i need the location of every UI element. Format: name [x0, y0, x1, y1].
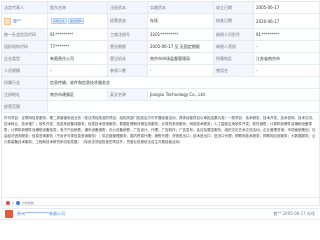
table-row: 统一社会信用代码 91********* 工商注册号 3201*********…	[1, 28, 320, 41]
label-shareholder: 股东名称	[47, 1, 108, 14]
company-info-table: 法定代表人 股东名称 注册资本 实缴资本 成立日期 2005-06-17 曾**…	[1, 1, 320, 206]
table-row: 注册地址 南京市建邺区 英文名称 Jiangsu Technology Co.,…	[1, 88, 320, 101]
legal-rep-cell[interactable]: 曾**	[1, 13, 48, 29]
label-found-date: 成立日期	[213, 1, 254, 14]
label-business-scope: 经营范围	[1, 100, 48, 113]
branch-company-meta: 曾** 2005-06-17 存续	[273, 211, 315, 216]
branch-company-row[interactable]: 苏州************有限公司 曾** 2005-06-17 存续	[1, 208, 319, 220]
business-scope-cell: 许可项目：互联网信息服务；第二类增值电信业务（依法须经批准的项目，经相关部门批准…	[1, 112, 320, 206]
table-row: 企业类型 有限责任公司 登记机关 南京市市场监督管理局 所属地区 江苏省南京市	[1, 52, 320, 65]
label-registered-capital: 注册资本	[107, 1, 148, 14]
value-approval-date: 2020-06-17	[253, 13, 320, 29]
equity-structure-tag[interactable]: 股权结构	[68, 18, 85, 24]
value-business-scope-header	[47, 100, 320, 113]
info-dot-icon	[15, 201, 20, 205]
label-address: 注册地址	[1, 88, 48, 101]
value-company-type: 有限责任公司	[47, 52, 108, 65]
related-tags-cell: 关联企业 股权结构	[47, 13, 108, 29]
value-region: 江苏省南京市	[253, 52, 320, 65]
label-paid-capital: 实缴资本	[147, 1, 214, 14]
company-logo-icon	[5, 210, 13, 218]
table-row: 许可项目：互联网信息服务；第二类增值电信业务（依法须经批准的项目，经相关部门批准…	[1, 112, 320, 206]
label-staff-size: 人员规模	[1, 64, 48, 77]
value-found-date: 2005-06-17	[253, 1, 320, 14]
label-approval-date: 核准日期	[213, 13, 254, 29]
label-status: 经营状态	[107, 13, 148, 29]
legal-rep-name-link[interactable]: 曾**	[13, 18, 21, 23]
avatar	[4, 17, 11, 25]
table-row: 组织机构代码 77******* 营业期限 2005-06-17 至 无固定期限…	[1, 40, 320, 53]
value-reg-number: 3201*********	[147, 28, 214, 41]
business-scope-text: 许可项目：互联网信息服务；第二类增值电信业务（依法须经批准的项目，经相关部门批准…	[4, 116, 316, 144]
table-row: 曾** 关联企业 股权结构 经营状态 存续 核准日期 2020-06-17	[1, 13, 320, 29]
count-dot-icon	[6, 201, 10, 205]
value-org-code: 77*******	[47, 40, 108, 53]
value-staff-size: -	[47, 64, 108, 77]
label-insured-count: 参保人数	[107, 64, 148, 77]
section-divider	[1, 197, 319, 198]
related-company-tag[interactable]: 关联企业	[51, 18, 68, 24]
label-former-name: 曾用名	[213, 64, 254, 77]
label-reg-number: 工商注册号	[107, 28, 148, 41]
value-status: 存续	[147, 13, 214, 29]
value-taxpayer-id: 91*********	[253, 28, 320, 41]
label-business-term: 营业期限	[107, 40, 148, 53]
table-row: 所属行业 信息传输、软件和信息技术服务业	[1, 76, 320, 89]
branch-type-label: 分支机构	[21, 201, 34, 205]
value-credit-code: 91*********	[47, 28, 108, 41]
label-company-type: 企业类型	[1, 52, 48, 65]
table-row: 人员规模 - 参保人数 - 曾用名 -	[1, 64, 320, 77]
label-reg-authority: 登记机关	[107, 52, 148, 65]
value-address: 南京市建邺区	[47, 88, 108, 101]
branch-count: 0	[12, 201, 14, 205]
label-region: 所属地区	[213, 52, 254, 65]
label-taxpayer-qual: 纳税人资质	[213, 40, 254, 53]
label-industry: 所属行业	[1, 76, 48, 89]
label-credit-code: 统一社会信用代码	[1, 28, 48, 41]
value-english-name: Jiangsu Technology Co., Ltd.	[147, 88, 320, 101]
value-industry: 信息传输、软件和信息技术服务业	[47, 76, 320, 89]
table-row: 经营范围	[1, 100, 320, 113]
value-business-term: 2005-06-17 至 无固定期限	[147, 40, 214, 53]
branch-section-header: 0 分支机构	[6, 200, 34, 206]
value-former-name: -	[253, 64, 320, 77]
label-english-name: 英文名称	[107, 88, 148, 101]
value-insured-count: -	[147, 64, 214, 77]
table-row: 法定代表人 股东名称 注册资本 实缴资本 成立日期 2005-06-17	[1, 1, 320, 14]
branch-company-name-link[interactable]: 苏州************有限公司	[17, 211, 65, 217]
label-legal-rep: 法定代表人	[1, 1, 48, 14]
value-taxpayer-qual: -	[253, 40, 320, 53]
label-taxpayer-id: 纳税人识别号	[213, 28, 254, 41]
label-org-code: 组织机构代码	[1, 40, 48, 53]
value-reg-authority: 南京市市场监督管理局	[147, 52, 214, 65]
